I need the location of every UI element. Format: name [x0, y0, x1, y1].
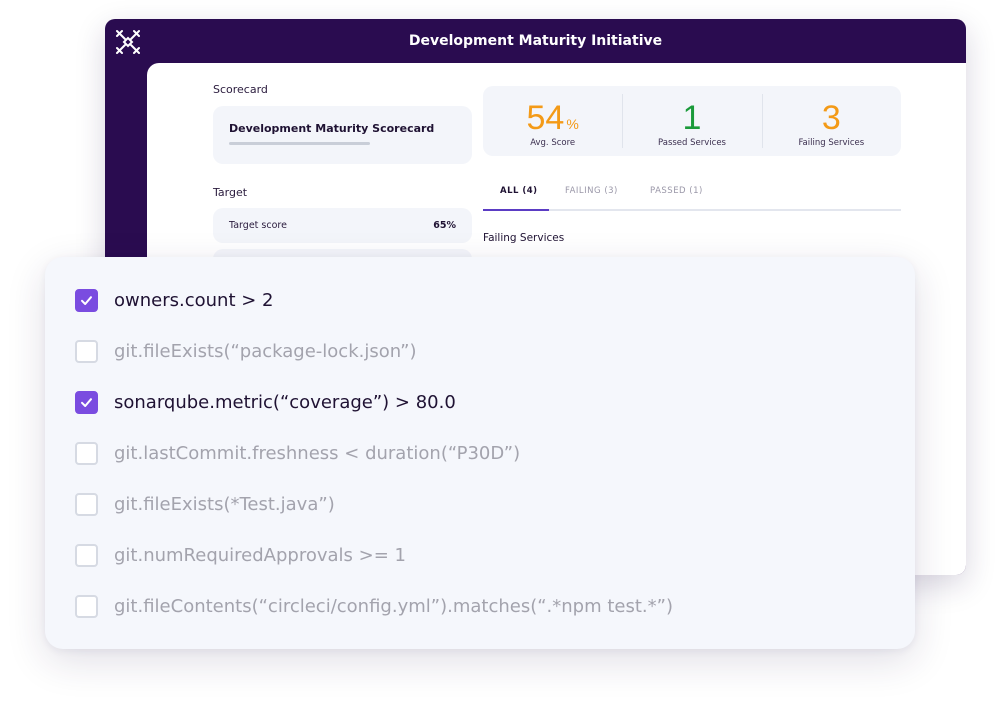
rules-checklist-card: owners.count > 2 git.fileExists(“package… — [45, 257, 915, 649]
checklist-item[interactable]: git.numRequiredApprovals >= 1 — [75, 540, 406, 570]
failing-services-caption: Failing Services — [798, 138, 865, 148]
checkbox-checked[interactable] — [75, 288, 98, 312]
checklist-item-text: git.fileExists(“package-lock.json”) — [114, 340, 417, 362]
avg-score-caption: Avg. Score — [530, 138, 576, 148]
scorecard-name: Development Maturity Scorecard — [229, 122, 435, 135]
target-score-row[interactable]: Target score 65% — [213, 208, 472, 243]
stat-passed-services: 1 Passed Services — [622, 86, 761, 156]
checkbox-unchecked[interactable] — [75, 339, 98, 363]
checklist-item[interactable]: git.fileContents(“circleci/config.yml”).… — [75, 591, 673, 621]
target-score-label: Target score — [229, 220, 287, 231]
cortex-logo-icon — [116, 30, 140, 54]
checklist-item[interactable]: sonarqube.metric(“coverage”) > 80.0 — [75, 387, 456, 417]
scorecard-label: Scorecard — [213, 83, 268, 96]
stat-failing-services: 3 Failing Services — [761, 86, 901, 156]
failing-services-title: Failing Services — [483, 232, 565, 244]
window-title: Development Maturity Initiative — [408, 33, 663, 49]
passed-services-value: 1 — [682, 99, 702, 137]
checkbox-unchecked[interactable] — [75, 492, 98, 516]
tab-failing[interactable]: FAILING (3) — [565, 186, 618, 196]
checkbox-checked[interactable] — [75, 390, 98, 414]
scorecard-progress-bar — [229, 142, 370, 145]
checkbox-unchecked[interactable] — [75, 594, 98, 618]
failing-services-value: 3 — [821, 99, 841, 137]
checklist-item-text: owners.count > 2 — [114, 289, 274, 311]
checklist-item[interactable]: git.fileExists(*Test.java”) — [75, 489, 335, 519]
checklist-item-text: git.fileContents(“circleci/config.yml”).… — [114, 595, 674, 617]
scorecard-selector[interactable]: Development Maturity Scorecard — [213, 106, 472, 164]
service-tabs: ALL (4) FAILING (3) PASSED (1) — [483, 182, 901, 211]
stats-panel: 54% Avg. Score 1 Passed Services 3 Faili… — [483, 86, 901, 156]
active-tab-indicator — [483, 209, 549, 211]
target-score-value: 65% — [433, 220, 456, 231]
avg-score-value-wrap: 54% — [483, 101, 622, 135]
checklist-item-text: git.numRequiredApprovals >= 1 — [114, 544, 406, 566]
window-titlebar: Development Maturity Initiative — [105, 19, 966, 63]
checklist-item-text: git.fileExists(*Test.java”) — [114, 493, 335, 515]
checkbox-unchecked[interactable] — [75, 441, 98, 465]
stat-avg-score: 54% Avg. Score — [483, 86, 622, 156]
check-icon — [81, 295, 92, 305]
avg-score-value: 54 — [526, 99, 565, 137]
checklist-item[interactable]: owners.count > 2 — [75, 285, 273, 315]
avg-score-suffix: % — [566, 116, 579, 132]
tab-all[interactable]: ALL (4) — [500, 186, 538, 196]
passed-services-caption: Passed Services — [658, 138, 726, 148]
target-label: Target — [213, 186, 248, 199]
tab-passed[interactable]: PASSED (1) — [650, 186, 703, 196]
checklist-item[interactable]: git.fileExists(“package-lock.json”) — [75, 336, 417, 366]
checklist-item-text: git.lastCommit.freshness < duration(“P30… — [114, 442, 521, 464]
check-icon — [81, 397, 92, 407]
checklist-item[interactable]: git.lastCommit.freshness < duration(“P30… — [75, 438, 520, 468]
checkbox-unchecked[interactable] — [75, 543, 98, 567]
checklist-item-text: sonarqube.metric(“coverage”) > 80.0 — [114, 391, 456, 413]
